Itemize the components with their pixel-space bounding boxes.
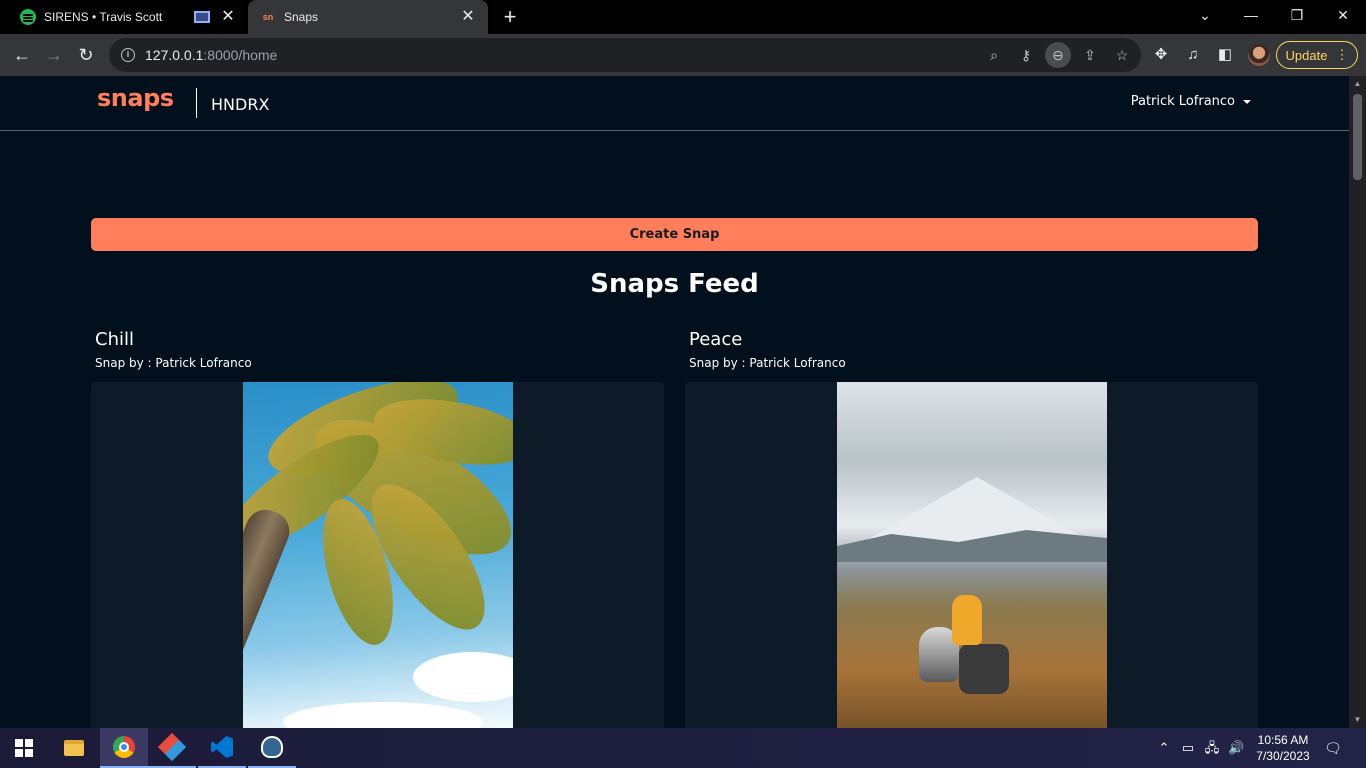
postgres-elephant-icon: [261, 736, 283, 758]
spotify-icon: [20, 9, 36, 25]
palm-tree-photo[interactable]: [243, 382, 513, 728]
tab-snaps[interactable]: sn Snaps ✕: [248, 0, 488, 34]
taskbar-file-explorer[interactable]: [50, 728, 98, 768]
tab-spotify[interactable]: SIRENS • Travis Scott ✕: [8, 0, 248, 34]
snap-title: Peace: [689, 329, 743, 350]
folder-icon: [64, 740, 84, 756]
share-icon[interactable]: ⇪: [1081, 46, 1099, 64]
close-tab-icon[interactable]: ✕: [460, 9, 476, 25]
start-button[interactable]: [0, 728, 48, 768]
browser-toolbar: ← → ↻ i 127.0.0.1:8000/home ⌕ ⚷ ⊖ ⇪ ☆ ✥ …: [0, 34, 1366, 76]
clock-date: 7/30/2023: [1256, 749, 1310, 763]
volume-icon[interactable]: 🔊: [1228, 740, 1244, 756]
mountain-dog-photo[interactable]: [837, 382, 1107, 728]
tab-title: Snaps: [284, 10, 319, 24]
brand-subtitle: HNDRX: [211, 95, 270, 114]
network-icon[interactable]: 🖧: [1204, 740, 1220, 756]
new-tab-button[interactable]: +: [498, 5, 522, 29]
update-label: Update: [1285, 47, 1328, 63]
picture-in-picture-icon: [194, 11, 210, 23]
extensions-icon[interactable]: ✥: [1152, 46, 1170, 64]
reload-button[interactable]: ↻: [73, 42, 99, 68]
snap-byline: Snap by : Patrick Lofranco: [95, 356, 252, 370]
snap-byline: Snap by : Patrick Lofranco: [689, 356, 846, 370]
brand-logo[interactable]: snaps: [97, 84, 174, 112]
snap-image-panel: [91, 382, 664, 728]
snap-title: Chill: [95, 329, 134, 350]
taskbar-chrome[interactable]: [100, 728, 148, 768]
chevron-up-icon[interactable]: ⌃: [1156, 740, 1172, 756]
site-navbar: snaps HNDRX Patrick Lofranco: [0, 76, 1349, 131]
close-window-button[interactable]: ✕: [1320, 0, 1366, 30]
page-viewport: snaps HNDRX Patrick Lofranco Create Snap…: [0, 76, 1349, 728]
notifications-icon[interactable]: 🗨: [1322, 738, 1344, 758]
update-button[interactable]: Update ⋮: [1276, 41, 1358, 69]
chrome-icon: [113, 736, 135, 758]
feed-title: Snaps Feed: [590, 269, 759, 299]
bookmark-star-icon[interactable]: ☆: [1113, 46, 1131, 64]
tab-search-icon[interactable]: ⌄: [1182, 0, 1228, 30]
address-bar[interactable]: i 127.0.0.1:8000/home ⌕ ⚷ ⊖ ⇪ ☆: [109, 38, 1141, 72]
snaps-favicon: sn: [262, 12, 274, 22]
scrollbar-thumb[interactable]: [1353, 94, 1362, 180]
kebab-menu-icon: ⋮: [1335, 47, 1349, 62]
user-dropdown[interactable]: Patrick Lofranco: [1131, 94, 1251, 109]
clock-time: 10:56 AM: [1257, 733, 1309, 747]
tab-title: SIRENS • Travis Scott: [44, 10, 163, 24]
brand-divider: [196, 88, 197, 118]
create-snap-button[interactable]: Create Snap: [91, 218, 1258, 251]
taskbar-vscode[interactable]: [198, 728, 246, 768]
side-panel-icon[interactable]: ◧: [1216, 46, 1234, 64]
forward-button[interactable]: →: [41, 42, 67, 68]
windows-taskbar: ⌃ ▭ 🖧 🔊 10:56 AM 7/30/2023 🗨: [0, 728, 1366, 768]
windows-logo-icon: [15, 739, 33, 757]
snap-card-header: Peace Snap by : Patrick Lofranco: [689, 329, 846, 370]
taskbar-gitkraken[interactable]: [148, 728, 196, 768]
zoom-icon[interactable]: ⊖: [1045, 42, 1071, 68]
user-name: Patrick Lofranco: [1130, 94, 1235, 109]
browser-tab-strip: SIRENS • Travis Scott ✕ sn Snaps ✕ + ⌄ —…: [0, 0, 1366, 34]
battery-icon[interactable]: ▭: [1180, 740, 1196, 756]
vscode-icon: [211, 736, 233, 758]
snap-card-header: Chill Snap by : Patrick Lofranco: [95, 329, 252, 370]
gitkraken-icon: [157, 732, 187, 762]
url-text[interactable]: 127.0.0.1:8000/home: [145, 47, 277, 63]
snap-image-panel: [685, 382, 1258, 728]
caret-down-icon: [1243, 99, 1251, 104]
media-control-icon[interactable]: ♫: [1184, 46, 1202, 64]
system-clock[interactable]: 10:56 AM 7/30/2023: [1250, 732, 1316, 764]
back-button[interactable]: ←: [9, 42, 35, 68]
search-icon[interactable]: ⌕: [985, 46, 1003, 64]
site-info-icon[interactable]: i: [121, 48, 135, 62]
minimize-button[interactable]: —: [1228, 0, 1274, 30]
key-icon[interactable]: ⚷: [1017, 46, 1035, 64]
scroll-up-arrow-icon[interactable]: ▲: [1349, 76, 1366, 92]
taskbar-pgadmin[interactable]: [248, 728, 296, 768]
profile-avatar[interactable]: [1248, 44, 1270, 66]
close-tab-icon[interactable]: ✕: [220, 9, 236, 25]
restore-button[interactable]: ❐: [1274, 0, 1320, 30]
page-scrollbar[interactable]: ▲ ▼: [1349, 76, 1366, 728]
scroll-down-arrow-icon[interactable]: ▼: [1349, 712, 1366, 728]
